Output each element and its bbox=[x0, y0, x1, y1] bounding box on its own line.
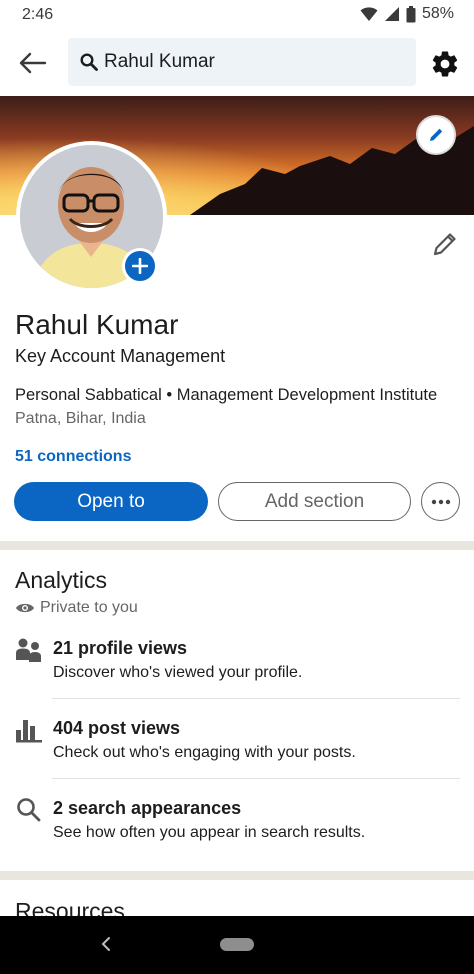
profile-headline: Key Account Management bbox=[15, 346, 226, 366]
more-horizontal-icon bbox=[431, 499, 450, 504]
wifi-icon bbox=[360, 7, 378, 21]
analytics-privacy: Private to you bbox=[15, 599, 138, 617]
analytics-item-search-appearances[interactable]: 2 search appearances See how often you a… bbox=[15, 796, 459, 846]
add-section-button[interactable]: Add section bbox=[218, 482, 411, 521]
status-time: 2:46 bbox=[22, 6, 54, 23]
system-nav-bar bbox=[0, 916, 474, 974]
divider bbox=[52, 778, 460, 779]
back-button[interactable] bbox=[16, 48, 50, 78]
analytics-item-profile-views[interactable]: 21 profile views Discover who's viewed y… bbox=[15, 636, 459, 686]
search-icon bbox=[17, 798, 41, 822]
section-divider bbox=[0, 541, 474, 550]
search-query: Rahul Kumar bbox=[104, 51, 215, 72]
item-description: Discover who's viewed your profile. bbox=[53, 664, 303, 681]
battery-icon bbox=[406, 5, 416, 22]
profile-location: Patna, Bihar, India bbox=[15, 410, 146, 427]
profile-name: Rahul Kumar bbox=[15, 309, 179, 340]
chevron-left-icon bbox=[101, 937, 110, 951]
section-divider bbox=[0, 871, 474, 880]
item-description: See how often you appear in search resul… bbox=[53, 824, 366, 841]
item-title: 21 profile views bbox=[53, 638, 188, 658]
plus-icon bbox=[132, 258, 148, 274]
edit-profile-button[interactable] bbox=[430, 229, 460, 259]
status-icons: 58% bbox=[360, 5, 454, 23]
search-icon bbox=[80, 53, 98, 71]
analytics-item-post-views[interactable]: 404 post views Check out who's engaging … bbox=[15, 716, 459, 766]
top-bar: Rahul Kumar bbox=[0, 38, 474, 88]
signal-icon bbox=[384, 7, 399, 21]
battery-percent: 58% bbox=[421, 5, 454, 22]
bar-chart-icon bbox=[16, 720, 42, 743]
people-icon bbox=[16, 638, 41, 662]
arrow-left-icon bbox=[19, 52, 47, 74]
connections-link[interactable]: 51 connections bbox=[15, 448, 131, 466]
more-options-button[interactable] bbox=[421, 482, 460, 521]
profile-experience: Personal Sabbatical • Management Develop… bbox=[15, 386, 438, 404]
pencil-icon bbox=[433, 233, 456, 256]
divider bbox=[52, 698, 460, 699]
gear-icon bbox=[432, 51, 458, 77]
item-description: Check out who's engaging with your posts… bbox=[53, 744, 356, 761]
pencil-icon bbox=[430, 128, 443, 141]
analytics-title: Analytics bbox=[15, 567, 108, 593]
edit-banner-button[interactable] bbox=[416, 115, 456, 155]
privacy-label: Private to you bbox=[40, 599, 138, 616]
eye-icon bbox=[16, 603, 34, 613]
open-to-button[interactable]: Open to bbox=[14, 482, 208, 521]
item-title: 404 post views bbox=[53, 718, 181, 738]
search-bar[interactable]: Rahul Kumar bbox=[68, 38, 416, 86]
nav-back-button[interactable] bbox=[96, 934, 116, 954]
nav-home-button[interactable] bbox=[220, 938, 254, 951]
add-photo-button[interactable] bbox=[122, 248, 158, 284]
status-bar: 2:46 58% bbox=[0, 0, 474, 30]
settings-button[interactable] bbox=[430, 49, 460, 79]
item-title: 2 search appearances bbox=[53, 798, 242, 818]
